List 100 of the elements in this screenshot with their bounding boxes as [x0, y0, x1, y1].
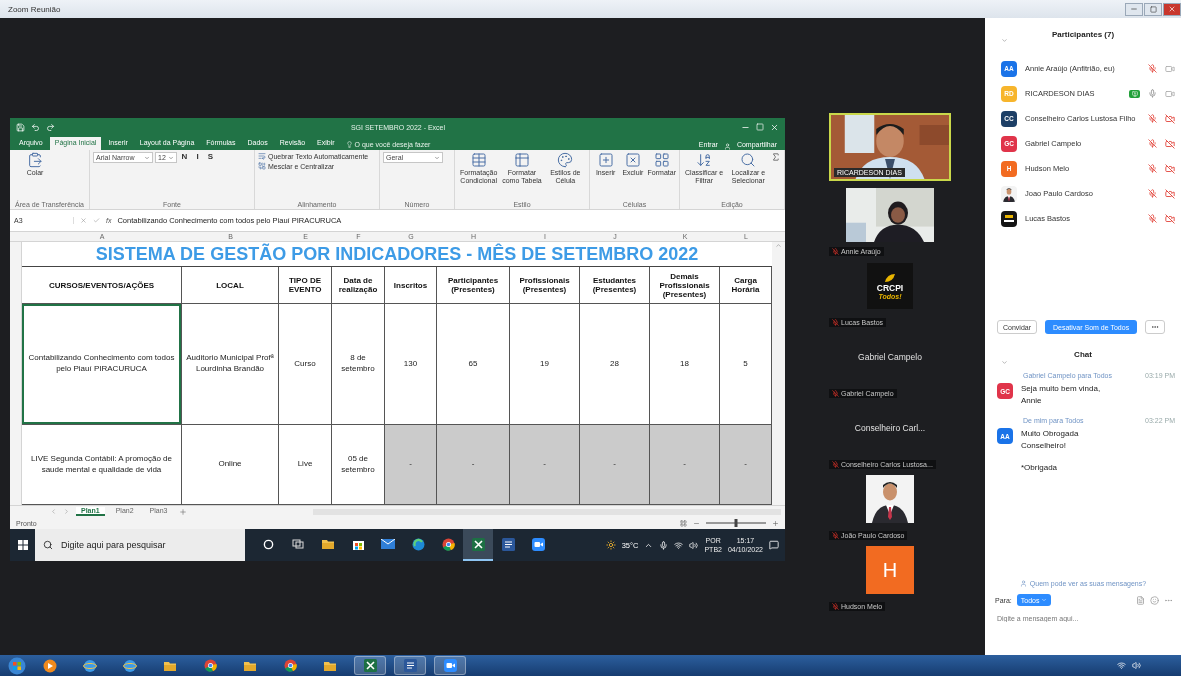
- video-camera-icon[interactable]: [531, 537, 545, 551]
- table-cell: 28: [580, 304, 650, 425]
- muted-mic-icon: [832, 603, 839, 610]
- check-icon[interactable]: [93, 217, 100, 224]
- search-icon[interactable]: [740, 152, 757, 168]
- sigma-icon[interactable]: [771, 152, 781, 162]
- table-cell: 5: [720, 304, 772, 425]
- search-input[interactable]: Digite aqui para pesquisar: [59, 539, 229, 551]
- close-icon[interactable]: [770, 122, 779, 132]
- round-logo-icon[interactable]: [441, 537, 455, 551]
- envelope-icon[interactable]: [381, 539, 395, 549]
- sheet-title: SISTEMA DE GESTÃO POR INDICADORES - MÊS DE SETEMBRO 2022: [22, 242, 772, 267]
- initial-avatar: H: [866, 546, 914, 594]
- round-logo-icon[interactable]: [203, 659, 217, 672]
- table-cell: 130: [385, 304, 437, 425]
- table-cell: Live: [279, 425, 332, 505]
- table-cell: 18: [650, 304, 720, 425]
- table-cell: LIVE Segunda Contábil: A promoção de saude mental e qualidade de vida: [22, 425, 182, 505]
- message-text: Muito Obrogada Conselheiro!: [1021, 428, 1080, 452]
- document-icon[interactable]: [403, 659, 417, 672]
- notification-icon[interactable]: [769, 540, 779, 550]
- document-icon[interactable]: [501, 537, 515, 551]
- caret-icon: [168, 154, 174, 161]
- swirl-icon[interactable]: [411, 537, 425, 551]
- caret-icon: [434, 154, 440, 161]
- search-icon: [43, 540, 53, 550]
- sun-icon: [605, 540, 616, 550]
- globe-icon[interactable]: [83, 658, 97, 673]
- table-cell: -: [650, 425, 720, 505]
- spreadsheet-icon[interactable]: [363, 659, 377, 672]
- caret-icon: [144, 154, 150, 161]
- palette-icon[interactable]: [557, 152, 574, 168]
- round-logo-icon[interactable]: [283, 659, 297, 672]
- folder-icon[interactable]: [323, 659, 337, 672]
- maximize-icon[interactable]: [756, 123, 764, 131]
- muted-mic-icon: [832, 319, 839, 326]
- close-button[interactable]: [1163, 2, 1181, 16]
- play-icon[interactable]: [43, 658, 57, 673]
- format-button[interactable]: N: [179, 152, 190, 163]
- sort-icon[interactable]: [696, 152, 713, 168]
- folder-icon[interactable]: [321, 538, 335, 550]
- insert-icon[interactable]: [597, 152, 614, 168]
- clipboard-icon[interactable]: [27, 152, 43, 168]
- table-cell: 8 de setembro: [332, 304, 385, 425]
- windows-stack-icon[interactable]: [292, 539, 304, 549]
- window-title: Zoom Reunião: [8, 4, 62, 14]
- spreadsheet-icon[interactable]: [471, 537, 485, 551]
- table-icon[interactable]: [514, 152, 530, 168]
- person-icon: [1019, 579, 1027, 587]
- table-cell: -: [720, 425, 772, 505]
- muted-mic-icon: [832, 248, 839, 255]
- search-field[interactable]: Digite aqui para pesquisar: [35, 529, 245, 561]
- save-icon[interactable]: [16, 122, 25, 132]
- table-icon[interactable]: [470, 152, 487, 168]
- table-cell: Auditorio Municipal Profª Lourdinha Brandão: [182, 304, 279, 425]
- network-icon[interactable]: [674, 540, 684, 550]
- muted-mic-icon: [832, 461, 839, 468]
- display-name: Conselheiro Carl...: [854, 423, 926, 433]
- muted-mic-icon: [832, 532, 839, 539]
- more-icon: [1151, 323, 1160, 331]
- undo-icon[interactable]: [31, 122, 40, 132]
- delete-icon[interactable]: [624, 152, 641, 168]
- folder-icon[interactable]: [243, 659, 257, 672]
- microphone-icon[interactable]: [659, 540, 669, 550]
- speaker-icon[interactable]: [1132, 661, 1141, 670]
- lightbulb-icon: [345, 141, 353, 148]
- start-orb-icon[interactable]: [8, 656, 26, 675]
- table-cell: Contabilizando Conhecimento com todos pelo Piauí PIRACURUCA: [22, 304, 182, 425]
- panel-title: Chat: [1074, 349, 1092, 359]
- circle-icon[interactable]: [262, 538, 274, 550]
- leaf-icon: [884, 272, 896, 283]
- table-cell: 65: [437, 304, 510, 425]
- panel-title: Participantes (7): [1051, 29, 1115, 39]
- logo-icon: [1001, 210, 1017, 227]
- scrollbar[interactable]: [772, 242, 785, 505]
- network-icon[interactable]: [1117, 661, 1126, 670]
- close-icon: [1168, 5, 1176, 13]
- format-button[interactable]: I: [192, 152, 203, 163]
- merge-icon: [258, 162, 266, 170]
- maximize-icon: [1149, 5, 1157, 13]
- table-cell: -: [437, 425, 510, 505]
- caret-icon: [1041, 597, 1048, 603]
- table-cell: 19: [510, 304, 580, 425]
- speaker-icon[interactable]: [689, 540, 699, 550]
- table-cell: -: [385, 425, 437, 505]
- grid-icon[interactable]: [680, 519, 687, 527]
- table-cell: Online: [182, 425, 279, 505]
- windows-icon[interactable]: [17, 540, 28, 550]
- slider-thumb[interactable]: [734, 519, 738, 527]
- table-cell: 05 de setembro: [332, 425, 385, 505]
- format-button[interactable]: S: [205, 152, 216, 163]
- muted-mic-icon: [832, 390, 839, 397]
- folder-icon[interactable]: [163, 659, 177, 672]
- globe-icon[interactable]: [123, 658, 137, 673]
- message-text: *Obrigada: [1021, 462, 1059, 474]
- redo-icon[interactable]: [46, 122, 55, 132]
- grid-icon[interactable]: [653, 152, 670, 168]
- minimize-icon: [1130, 5, 1138, 13]
- wrap-text-icon: [258, 152, 266, 160]
- message-text: Seja muito bem vinda, Annie: [1021, 383, 1101, 407]
